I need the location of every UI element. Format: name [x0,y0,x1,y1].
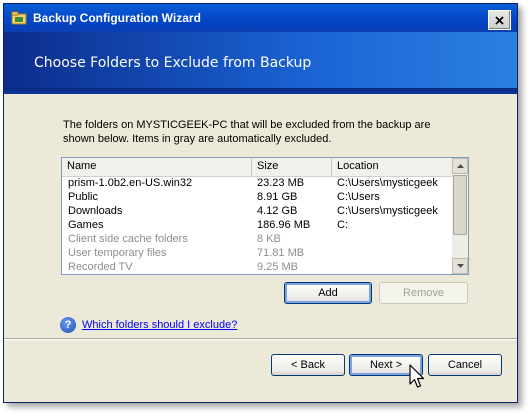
item-location: C:\Users\mysticgeek [337,177,438,189]
title-bar[interactable]: Backup Configuration Wizard [4,4,517,32]
list-header: Name Size Location [62,158,452,177]
item-size: 8.91 GB [257,191,298,203]
backup-wizard-icon [11,11,27,25]
item-size: 23.23 MB [257,177,305,189]
column-header-location[interactable]: Location [332,158,452,176]
list-item[interactable]: prism-1.0b2.en-US.win32 23.23 MB C:\User… [62,176,452,190]
excluded-folders-list[interactable]: Name Size Location prism-1.0b2.en-US.win… [61,157,469,275]
item-name: Games [68,219,104,231]
column-header-name[interactable]: Name [62,158,252,176]
item-location: C: [337,219,348,231]
item-name: Client side cache folders [68,233,188,245]
mouse-pointer-icon [409,364,425,388]
vertical-scrollbar[interactable] [452,158,468,274]
item-name: User temporary files [68,247,167,259]
wizard-content: The folders on MYSTICGEEK-PC that will b… [4,94,517,338]
item-size: 71.81 MB [257,247,305,259]
window-title: Backup Configuration Wizard [33,11,201,25]
list-rows: prism-1.0b2.en-US.win32 23.23 MB C:\User… [62,176,452,274]
scroll-thumb[interactable] [453,175,467,235]
item-location [332,232,452,246]
footer-separator [4,338,517,340]
column-header-size[interactable]: Size [252,158,332,176]
item-location: C:\Users [337,191,380,203]
list-item-auto-excluded[interactable]: User temporary files 71.81 MB [62,246,452,260]
add-button[interactable]: Add [284,282,372,304]
item-location [332,246,452,260]
wizard-window: Backup Configuration Wizard Choose Folde… [3,3,518,403]
description-text: The folders on MYSTICGEEK-PC that will b… [63,119,431,145]
item-location [332,260,452,274]
scroll-down-button[interactable] [452,258,468,274]
item-name: Downloads [68,205,123,217]
help-link[interactable]: Which folders should I exclude? [82,319,237,331]
arrow-down-icon [456,264,464,268]
list-item[interactable]: Downloads 4.12 GB C:\Users\mysticgeek [62,204,452,218]
close-button[interactable] [488,10,511,30]
item-size: 9.25 MB [257,261,298,273]
item-size: 186.96 MB [257,219,311,231]
back-button[interactable]: < Back [271,354,345,376]
item-name: Recorded TV [68,261,133,273]
cancel-button[interactable]: Cancel [428,354,502,376]
item-location: C:\Users\mysticgeek [337,205,438,217]
remove-button[interactable]: Remove [379,282,468,304]
page-title: Choose Folders to Exclude from Backup [34,55,312,71]
item-size: 8 KB [257,233,281,245]
question-mark-icon[interactable]: ? [60,317,76,333]
arrow-up-icon [456,164,464,168]
close-icon [495,15,504,25]
item-name: prism-1.0b2.en-US.win32 [68,177,193,189]
list-item-auto-excluded[interactable]: Client side cache folders 8 KB [62,232,452,246]
list-item[interactable]: Games 186.96 MB C: [62,218,452,232]
list-item-auto-excluded[interactable]: Recorded TV 9.25 MB [62,260,452,274]
scroll-up-button[interactable] [452,158,468,174]
list-item[interactable]: Public 8.91 GB C:\Users [62,190,452,204]
item-size: 4.12 GB [257,205,298,217]
wizard-header: Choose Folders to Exclude from Backup [4,32,517,94]
item-name: Public [68,191,98,203]
